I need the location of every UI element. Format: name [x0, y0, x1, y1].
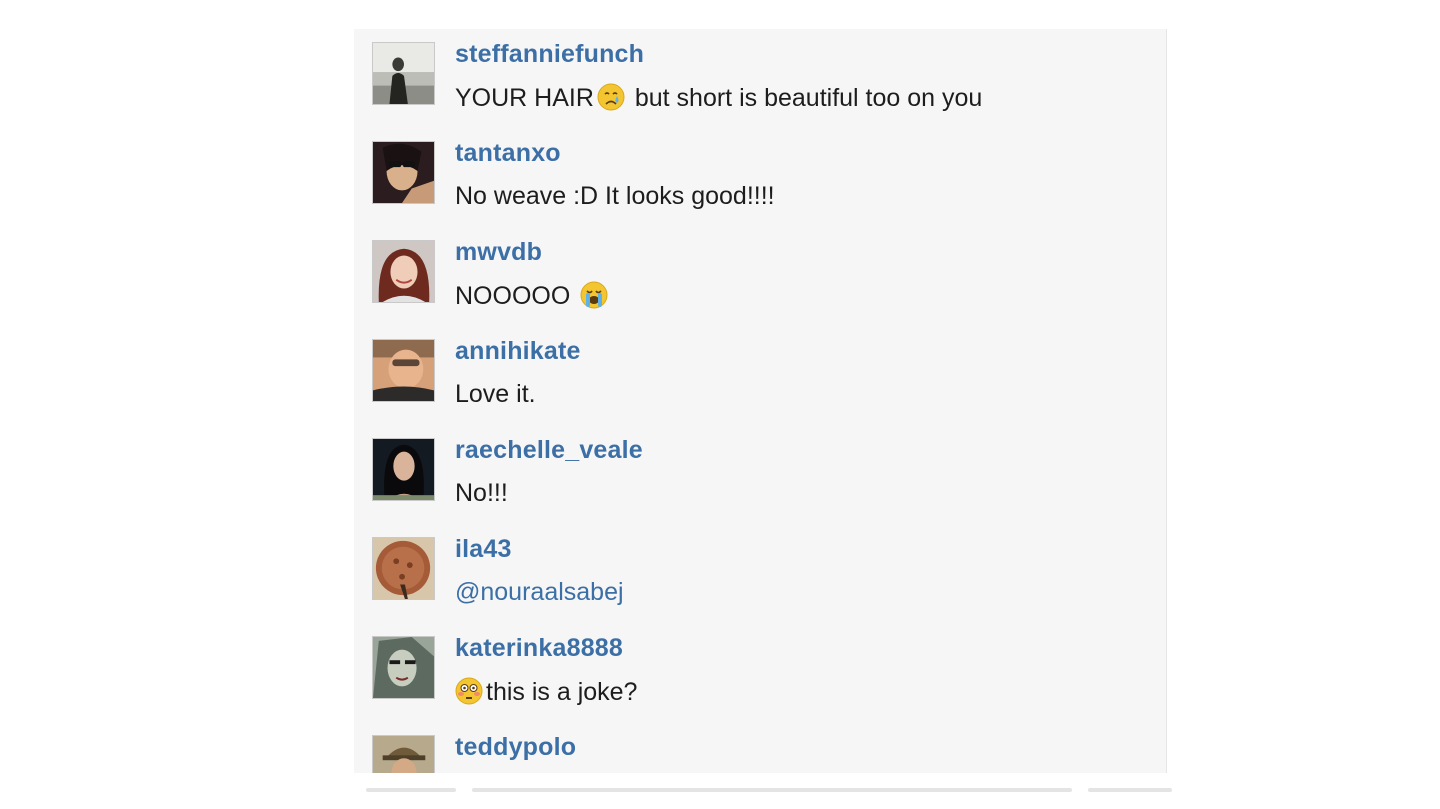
comment-text-part: No!!!	[455, 479, 508, 507]
comment-text: this is a joke?	[455, 677, 637, 707]
comment-text-part: but short is beautiful too on you	[627, 84, 983, 112]
comment-text-part: this is a joke?	[486, 678, 638, 706]
comment-username[interactable]: steffanniefunch	[455, 40, 644, 69]
avatar[interactable]	[372, 438, 435, 501]
divider-segment	[366, 788, 456, 792]
avatar[interactable]	[372, 42, 435, 105]
comment-text: No weave :D It looks good!!!!	[455, 182, 775, 211]
comment-username[interactable]: annihikate	[455, 337, 581, 366]
flushed-face-icon	[455, 677, 483, 705]
comment-text-part: YOUR HAIR	[455, 84, 594, 112]
bottom-divider	[0, 788, 1440, 796]
comment-username[interactable]: raechelle_veale	[455, 436, 643, 465]
comment-item: teddypolo	[372, 722, 1152, 773]
comment-text-part: NOOOOO	[455, 282, 578, 310]
avatar[interactable]	[372, 636, 435, 699]
comment-text-part: Love it.	[455, 380, 536, 408]
comment-item: katerinka8888 this is a joke?	[372, 623, 1152, 722]
avatar[interactable]	[372, 240, 435, 303]
divider-segment	[1088, 788, 1172, 792]
avatar[interactable]	[372, 735, 435, 773]
comments-panel: steffanniefunch YOUR HAIR but short is b…	[354, 29, 1167, 773]
comment-text: NOOOOO	[455, 281, 611, 311]
comment-username[interactable]: ila43	[455, 535, 512, 564]
avatar[interactable]	[372, 141, 435, 204]
comment-username[interactable]: teddypolo	[455, 733, 576, 762]
mention-link[interactable]: @nouraalsabej	[455, 578, 624, 606]
comment-text: Love it.	[455, 380, 536, 409]
crying-face-icon	[597, 83, 625, 111]
comment-item: mwvdb NOOOOO	[372, 227, 1152, 326]
comment-item: steffanniefunch YOUR HAIR but short is b…	[372, 29, 1152, 128]
avatar[interactable]	[372, 339, 435, 402]
loudly-crying-face-icon	[580, 281, 608, 309]
comment-item: tantanxo No weave :D It looks good!!!!	[372, 128, 1152, 227]
comment-item: ila43 @nouraalsabej	[372, 524, 1152, 623]
comment-text: YOUR HAIR but short is beautiful too on …	[455, 83, 982, 113]
divider-segment	[472, 788, 1072, 792]
comment-username[interactable]: tantanxo	[455, 139, 561, 168]
avatar[interactable]	[372, 537, 435, 600]
comment-username[interactable]: mwvdb	[455, 238, 542, 267]
comment-text: No!!!	[455, 479, 508, 508]
comment-text-part: No weave :D It looks good!!!!	[455, 182, 775, 210]
comment-item: raechelle_veale No!!!	[372, 425, 1152, 524]
comment-username[interactable]: katerinka8888	[455, 634, 623, 663]
comment-item: annihikate Love it.	[372, 326, 1152, 425]
comment-text: @nouraalsabej	[455, 578, 624, 607]
